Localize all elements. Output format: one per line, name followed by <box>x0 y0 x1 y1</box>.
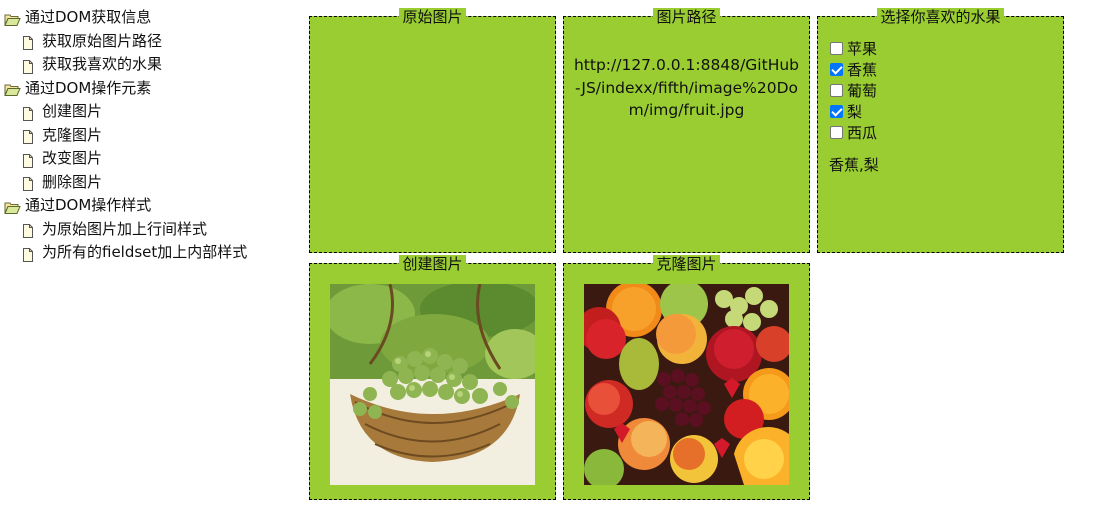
grape-basket-photo <box>330 284 535 485</box>
tree-item-label[interactable]: 克隆图片 <box>42 124 102 148</box>
tree-item-delete-image[interactable]: 删除图片 <box>4 171 247 195</box>
fieldset-legend: 创建图片 <box>310 255 555 273</box>
fieldset-created-image: 创建图片 <box>309 255 556 500</box>
fruit-label[interactable]: 葡萄 <box>847 80 877 101</box>
tree-item-change-image[interactable]: 改变图片 <box>4 147 247 171</box>
tree-item-label[interactable]: 删除图片 <box>42 171 102 195</box>
fruit-checkbox[interactable] <box>830 105 843 118</box>
fruit-checkbox[interactable] <box>830 84 843 97</box>
document-icon <box>22 152 34 168</box>
mixed-fruit-photo <box>584 284 789 485</box>
fruit-label[interactable]: 梨 <box>847 101 862 122</box>
fruit-checkbox-list: 苹果 香蕉 葡萄 梨 西瓜 <box>830 38 877 143</box>
tree-group-dom-styles[interactable]: 通过DOM操作样式 <box>4 194 247 218</box>
tree-group-label[interactable]: 通过DOM获取信息 <box>25 6 151 30</box>
fieldset-original-image: 原始图片 <box>309 8 556 253</box>
fruit-label[interactable]: 香蕉 <box>847 59 877 80</box>
fruit-option[interactable]: 西瓜 <box>830 122 877 143</box>
document-icon <box>22 222 34 239</box>
fieldset-legend: 选择你喜欢的水果 <box>818 8 1063 26</box>
fruit-option[interactable]: 葡萄 <box>830 80 877 101</box>
tree-item-label[interactable]: 创建图片 <box>42 100 102 124</box>
selected-fruits-text: 香蕉,梨 <box>829 156 879 174</box>
document-icon <box>22 58 34 74</box>
fruit-label[interactable]: 西瓜 <box>847 122 877 143</box>
tree-item-get-image-path[interactable]: 获取原始图片路径 <box>4 30 247 54</box>
fieldset-legend: 克隆图片 <box>564 255 809 273</box>
tree-item-label[interactable]: 为所有的fieldset加上内部样式 <box>42 241 247 265</box>
document-icon <box>22 105 34 121</box>
tree-item-label[interactable]: 获取原始图片路径 <box>42 30 162 54</box>
folder-open-icon <box>4 11 21 26</box>
tree-item-inline-style[interactable]: 为原始图片加上行间样式 <box>4 218 247 242</box>
page: 通过DOM获取信息 获取原始图片路径 获取我喜欢的水果 通过DOM操作元素 创建… <box>0 0 1094 522</box>
tree-item-get-favorite-fruit[interactable]: 获取我喜欢的水果 <box>4 53 247 77</box>
legend-text: 创建图片 <box>399 255 466 273</box>
tree-item-clone-image[interactable]: 克隆图片 <box>4 124 247 148</box>
folder-open-icon <box>4 199 21 214</box>
tree-group-dom-info[interactable]: 通过DOM获取信息 <box>4 6 247 30</box>
tree-item-fieldset-style[interactable]: 为所有的fieldset加上内部样式 <box>4 241 247 265</box>
fruit-option[interactable]: 香蕉 <box>830 59 877 80</box>
folder-open-icon <box>4 81 21 97</box>
tree-group-dom-elements[interactable]: 通过DOM操作元素 <box>4 77 247 101</box>
document-icon <box>22 246 34 262</box>
tree-group-label[interactable]: 通过DOM操作样式 <box>25 194 151 218</box>
fieldset-cloned-image: 克隆图片 <box>563 255 810 500</box>
navigation-tree: 通过DOM获取信息 获取原始图片路径 获取我喜欢的水果 通过DOM操作元素 创建… <box>4 6 247 265</box>
tree-item-label[interactable]: 改变图片 <box>42 147 102 171</box>
image-path-text: http://127.0.0.1:8848/GitHub-JS/indexx/f… <box>573 56 800 119</box>
document-icon <box>22 34 34 51</box>
legend-text: 原始图片 <box>399 8 466 26</box>
tree-group-label[interactable]: 通过DOM操作元素 <box>25 77 151 101</box>
document-icon <box>22 128 34 145</box>
tree-item-label[interactable]: 获取我喜欢的水果 <box>42 53 162 77</box>
fruit-label[interactable]: 苹果 <box>847 38 877 59</box>
fieldset-image-path: 图片路径 http://127.0.0.1:8848/GitHub-JS/ind… <box>563 8 810 253</box>
fruit-checkbox[interactable] <box>830 126 843 139</box>
fieldset-favorite-fruits: 选择你喜欢的水果 苹果 香蕉 葡萄 梨 西瓜 香蕉,梨 <box>817 8 1064 253</box>
document-icon <box>22 175 34 192</box>
fruit-checkbox[interactable] <box>830 63 843 76</box>
tree-item-create-image[interactable]: 创建图片 <box>4 100 247 124</box>
fruit-option[interactable]: 梨 <box>830 101 877 122</box>
tree-item-label[interactable]: 为原始图片加上行间样式 <box>42 218 207 242</box>
legend-text: 图片路径 <box>653 8 720 26</box>
fruit-checkbox[interactable] <box>830 42 843 55</box>
fruit-option[interactable]: 苹果 <box>830 38 877 59</box>
legend-text: 克隆图片 <box>653 255 720 273</box>
fieldset-legend: 图片路径 <box>564 8 809 26</box>
fieldset-legend: 原始图片 <box>310 8 555 26</box>
legend-text: 选择你喜欢的水果 <box>877 8 1004 26</box>
